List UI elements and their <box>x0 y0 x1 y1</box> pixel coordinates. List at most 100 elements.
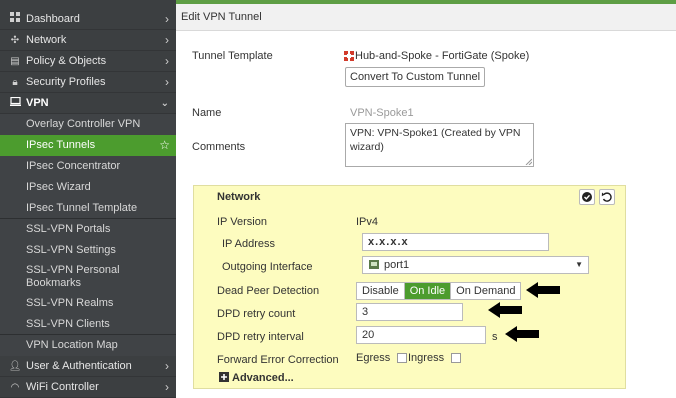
sub-label: IPsec Tunnels <box>26 139 96 151</box>
nav-label: VPN <box>26 97 49 109</box>
sidebar-item-ipsec-tunnels[interactable]: IPsec Tunnels ☆ <box>0 135 176 156</box>
annotation-arrow-icon <box>488 302 522 318</box>
fec-ingress-checkbox[interactable] <box>451 353 462 364</box>
nav-wifi-controller[interactable]: ◠ WiFi Controller › <box>0 377 176 398</box>
dpd-retry-count-label: DPD retry count <box>217 308 296 320</box>
sub-label: SSL-VPN Settings <box>26 244 116 256</box>
dashboard-icon <box>8 9 22 30</box>
nav-label: Network <box>26 34 67 46</box>
comments-textarea[interactable]: VPN: VPN-Spoke1 (Created by VPN wizard) <box>345 123 534 167</box>
fec-egress: Egress <box>356 352 408 364</box>
network-title: Network <box>217 191 261 203</box>
nav-dashboard[interactable]: Dashboard › <box>0 9 176 30</box>
nav-label: User & Authentication <box>26 360 132 372</box>
dpd-retry-interval-input[interactable]: 20 <box>356 326 486 344</box>
sidebar-item-ssl-vpn-settings[interactable]: SSL-VPN Settings <box>0 240 176 261</box>
user-icon: 👤︎ <box>8 361 22 372</box>
check-circle-icon <box>582 192 592 202</box>
sub-label: IPsec Wizard <box>26 181 91 193</box>
sidebar-item-vpn-location-map[interactable]: VPN Location Map <box>0 335 176 356</box>
star-icon[interactable]: ☆ <box>159 135 170 156</box>
chevron-right-icon: › <box>165 54 169 68</box>
nav-label: Policy & Objects <box>26 55 107 67</box>
advanced-toggle[interactable]: Advanced... <box>219 372 294 384</box>
nav-label: Dashboard <box>26 13 80 25</box>
port-icon <box>369 260 379 269</box>
sub-label: IPsec Tunnel Template <box>26 202 138 214</box>
resize-grip-icon[interactable] <box>525 158 532 165</box>
policy-icon: ▤ <box>10 56 20 67</box>
outgoing-interface-value: port1 <box>384 259 410 271</box>
sidebar-item-overlay-controller-vpn[interactable]: Overlay Controller VPN <box>0 114 176 135</box>
sub-label: SSL-VPN Clients <box>26 318 110 330</box>
ip-address-label: IP Address <box>222 238 275 250</box>
sub-label: VPN Location Map <box>26 339 118 351</box>
page-title: Edit VPN Tunnel <box>176 4 676 31</box>
dpd-label: Dead Peer Detection <box>217 285 320 297</box>
sidebar-item-ipsec-concentrator[interactable]: IPsec Concentrator <box>0 156 176 177</box>
nav-label: WiFi Controller <box>26 381 99 393</box>
nav-vpn[interactable]: VPN ⌄ <box>0 93 176 114</box>
name-value: VPN-Spoke1 <box>350 107 414 119</box>
chevron-right-icon: › <box>165 75 169 89</box>
chevron-right-icon: › <box>165 33 169 47</box>
annotation-arrow-icon <box>505 326 539 342</box>
edit-form: Tunnel Template Hub-and-Spoke - FortiGat… <box>176 32 676 398</box>
sidebar-item-ssl-vpn-personal-bookmarks[interactable]: SSL-VPN Personal Bookmarks <box>0 261 176 293</box>
fec-egress-checkbox[interactable] <box>397 353 408 364</box>
sidebar-item-ssl-vpn-clients[interactable]: SSL-VPN Clients <box>0 314 176 335</box>
dpd-option-on-demand[interactable]: On Demand <box>451 283 520 299</box>
nav-network[interactable]: ✣ Network › <box>0 30 176 51</box>
chevron-right-icon: › <box>165 359 169 373</box>
wifi-icon: ◠ <box>10 382 20 393</box>
network-panel: Network IP Version IPv4 IP Address x.x.x… <box>193 185 626 389</box>
nav-security-profiles[interactable]: 🔒︎ Security Profiles › <box>0 72 176 93</box>
sub-label: SSL-VPN Portals <box>26 223 111 235</box>
sidebar-item-ssl-vpn-portals[interactable]: SSL-VPN Portals <box>0 219 176 240</box>
sub-label: IPsec Concentrator <box>26 160 121 172</box>
sidebar-item-ipsec-tunnel-template[interactable]: IPsec Tunnel Template <box>0 198 176 219</box>
outgoing-interface-label: Outgoing Interface <box>222 261 313 273</box>
security-icon: 🔒︎ <box>12 77 18 88</box>
confirm-button[interactable] <box>579 189 595 205</box>
fec-label: Forward Error Correction <box>217 354 339 366</box>
dropdown-arrow-icon: ▼ <box>575 260 583 269</box>
ip-version-label: IP Version <box>217 216 267 228</box>
plus-box-icon <box>219 372 229 382</box>
chevron-right-icon: › <box>165 380 169 394</box>
fec-egress-label: Egress <box>356 352 391 364</box>
sidebar-item-ipsec-wizard[interactable]: IPsec Wizard <box>0 177 176 198</box>
network-icon: ✣ <box>10 35 20 46</box>
dpd-retry-interval-label: DPD retry interval <box>217 331 304 343</box>
nav-label: Security Profiles <box>26 76 106 88</box>
nav-user-authentication[interactable]: 👤︎ User & Authentication › <box>0 356 176 377</box>
vpn-icon <box>8 93 22 114</box>
comments-label: Comments <box>192 141 246 153</box>
nav-policy-objects[interactable]: ▤ Policy & Objects › <box>0 51 176 72</box>
sidebar-item-ssl-vpn-realms[interactable]: SSL-VPN Realms <box>0 293 176 314</box>
sub-label: SSL-VPN Personal Bookmarks <box>26 264 120 289</box>
ip-address-input[interactable]: x.x.x.x <box>362 233 549 251</box>
outgoing-interface-select[interactable]: port1 ▼ <box>362 256 589 274</box>
undo-icon <box>601 192 612 202</box>
dpd-retry-interval-unit: s <box>492 331 498 343</box>
dpd-retry-count-input[interactable]: 3 <box>356 303 463 321</box>
dpd-segmented-control: Disable On Idle On Demand <box>356 282 522 300</box>
revert-button[interactable] <box>599 189 615 205</box>
comments-text: VPN: VPN-Spoke1 (Created by VPN wizard) <box>350 127 521 153</box>
ip-version-value: IPv4 <box>356 216 379 228</box>
fec-ingress-label: Ingress <box>408 352 445 364</box>
dpd-option-disable[interactable]: Disable <box>357 283 405 299</box>
template-icon <box>344 51 354 61</box>
advanced-label: Advanced... <box>232 372 294 384</box>
fec-ingress: Ingress <box>408 352 462 364</box>
tunnel-template-label: Tunnel Template <box>192 50 273 62</box>
tunnel-template-value: Hub-and-Spoke - FortiGate (Spoke) <box>355 50 530 62</box>
annotation-arrow-icon <box>526 282 560 298</box>
convert-to-custom-tunnel-button[interactable]: Convert To Custom Tunnel <box>345 67 486 87</box>
sub-label: Overlay Controller VPN <box>26 118 141 130</box>
dpd-option-on-idle[interactable]: On Idle <box>404 283 452 299</box>
sidebar: Dashboard › ✣ Network › ▤ Policy & Objec… <box>0 0 176 398</box>
name-label: Name <box>192 107 222 119</box>
sub-label: SSL-VPN Realms <box>26 297 114 309</box>
